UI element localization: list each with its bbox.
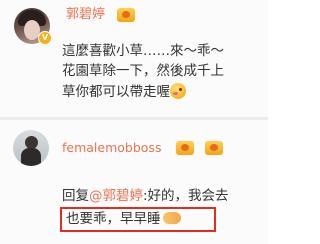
- reply-mention-link[interactable]: @郭碧婷: [89, 188, 143, 204]
- highlighted-reply-text: 也要乖，早早睡: [66, 209, 181, 229]
- handshake-emoji-icon: [162, 212, 181, 224]
- weibo-member-icon: [176, 141, 194, 155]
- reply-rest: :好的，我会去: [143, 188, 229, 204]
- verified-v-icon: V: [38, 31, 52, 45]
- reply-text: 回复@郭碧婷:好的，我会去: [62, 186, 229, 206]
- highlighted-reply-label: 也要乖，早早睡: [66, 211, 161, 227]
- username-femalemobboss[interactable]: femalemobboss: [62, 140, 161, 156]
- post-text-line-1: 這麼喜歡小草……來～乖～: [62, 43, 224, 59]
- reply-prefix: 回复: [62, 188, 89, 204]
- post-text-line-2: 花園草除一下，然後成千上: [62, 63, 224, 79]
- post-text-line-3-text: 草你都可以帶走喔: [62, 84, 170, 100]
- weibo-member-icon: [117, 8, 135, 22]
- username-guo-biting[interactable]: 郭碧婷: [66, 7, 105, 23]
- post-text-line-3: 草你都可以帶走喔: [62, 82, 186, 103]
- weibo-member-icon: [205, 141, 223, 155]
- avatar-body: [21, 148, 41, 166]
- avatar-femalemobboss[interactable]: [13, 130, 49, 166]
- blush-emoji-icon: [170, 83, 186, 99]
